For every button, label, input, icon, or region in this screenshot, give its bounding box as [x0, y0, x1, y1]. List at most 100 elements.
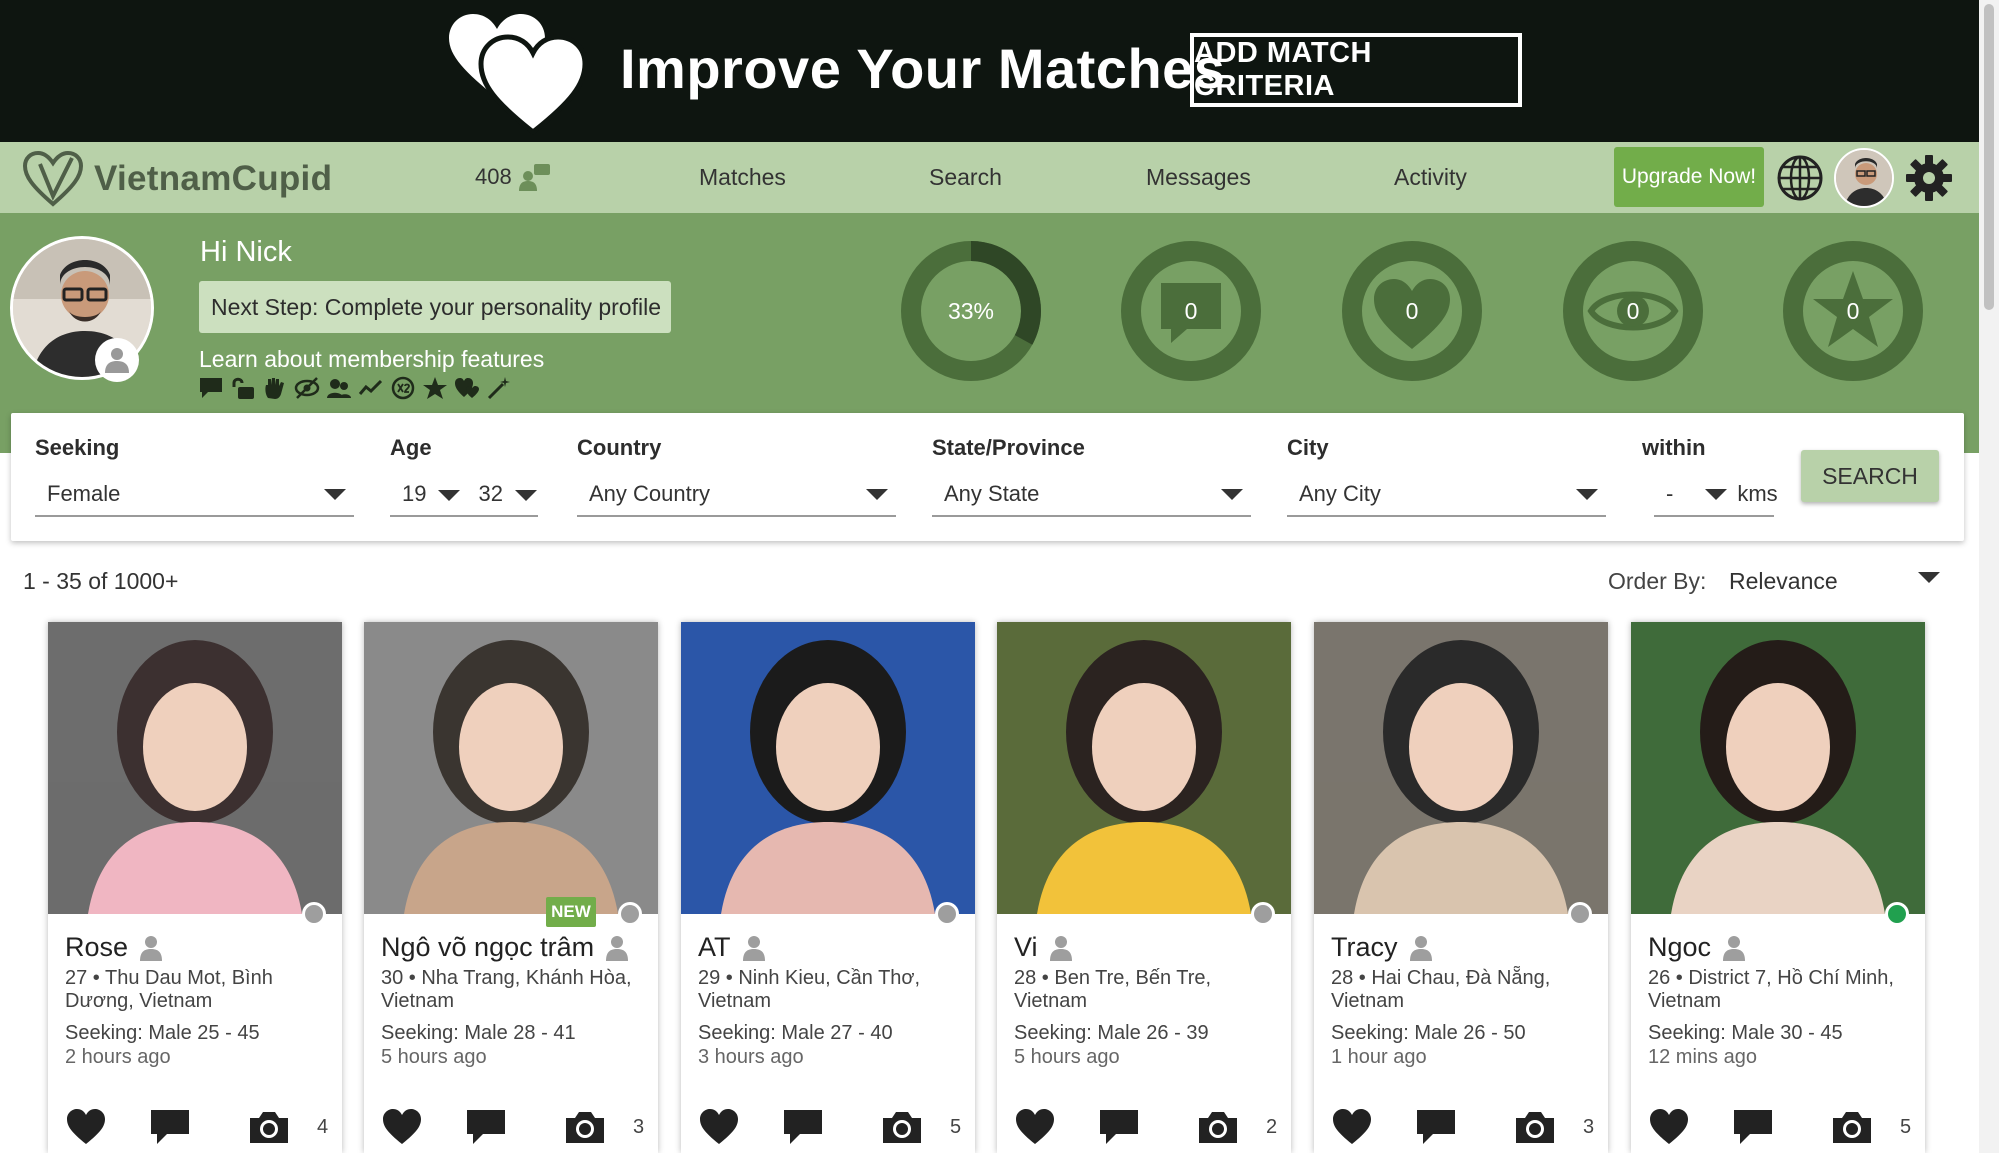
gear-icon[interactable]	[1905, 154, 1953, 202]
city-select[interactable]: Any City	[1287, 473, 1606, 517]
profile-photo[interactable]	[997, 622, 1291, 914]
feature-icons	[198, 376, 512, 400]
profile-last-active: 5 hours ago	[1014, 1046, 1120, 1068]
profile-photo[interactable]	[681, 622, 975, 914]
order-by-select[interactable]: Relevance	[1729, 568, 1935, 595]
age-max-value: 32	[478, 481, 503, 506]
camera-icon[interactable]	[1830, 1108, 1874, 1146]
profile-name-text: Ngoc	[1648, 932, 1712, 962]
within-unit: kms	[1737, 481, 1778, 506]
profile-card[interactable]: Tracy 28 • Hai Chau, Đà Nẵng, Vietnam Se…	[1314, 622, 1608, 1153]
messages-stat[interactable]: 0	[1121, 241, 1261, 381]
profile-location: 30 • Nha Trang, Khánh Hòa, Vietnam	[381, 967, 632, 1012]
profile-photo[interactable]	[364, 622, 658, 914]
seeking-select[interactable]: Female	[35, 473, 354, 517]
profile-name[interactable]: Ngô võ ngọc trâm	[381, 932, 629, 963]
profile-name-text: Vi	[1014, 932, 1038, 962]
camera-icon[interactable]	[880, 1108, 924, 1146]
chevron-down-icon[interactable]	[1918, 572, 1940, 583]
message-icon[interactable]	[1098, 1108, 1140, 1146]
state-select[interactable]: Any State	[932, 473, 1251, 517]
within-select[interactable]: - kms	[1654, 473, 1778, 517]
profile-photo-image	[681, 622, 975, 914]
country-select[interactable]: Any Country	[577, 473, 896, 517]
heart-icon[interactable]	[698, 1108, 740, 1146]
nav-search[interactable]: Search	[929, 164, 1002, 191]
profile-name[interactable]: Vi	[1014, 932, 1072, 963]
heart-icon[interactable]	[65, 1108, 107, 1146]
message-icon[interactable]	[1732, 1108, 1774, 1146]
camera-icon[interactable]	[247, 1108, 291, 1146]
camera-icon[interactable]	[1196, 1108, 1240, 1146]
profile-photo-image	[48, 622, 342, 914]
profile-card[interactable]: Rose 27 • Thu Dau Mot, Bình Dương, Vietn…	[48, 622, 342, 1153]
heart-icon[interactable]	[381, 1108, 423, 1146]
add-match-criteria-button[interactable]: ADD MATCH CRITERIA	[1190, 33, 1522, 107]
chevron-down-icon	[438, 489, 461, 501]
camera-icon[interactable]	[1513, 1108, 1557, 1146]
profile-last-active: 12 mins ago	[1648, 1046, 1757, 1068]
profile-card[interactable]: AT 29 • Ninh Kieu, Cần Thơ, Vietnam Seek…	[681, 622, 975, 1153]
search-button[interactable]: SEARCH	[1801, 450, 1939, 502]
profile-name-text: AT	[698, 932, 731, 962]
users-icon	[327, 379, 351, 398]
chevron-down-icon	[1221, 489, 1243, 500]
profile-photo[interactable]	[1631, 622, 1925, 914]
profile-name[interactable]: AT	[698, 932, 765, 963]
nav-messages[interactable]: Messages	[1146, 164, 1251, 191]
profile-seeking: Seeking: Male 28 - 41	[381, 1022, 576, 1044]
heart-icon[interactable]	[1331, 1108, 1373, 1146]
age-min-select[interactable]: 19	[402, 481, 461, 507]
online-status-dot	[302, 902, 326, 926]
nav-matches[interactable]: Matches	[699, 164, 786, 191]
globe-icon[interactable]	[1776, 154, 1824, 202]
profile-seeking: Seeking: Male 30 - 45	[1648, 1022, 1843, 1044]
trend-icon	[358, 379, 383, 395]
banner-title: Improve Your Matches	[620, 37, 1226, 100]
likes-stat-value: 0	[1405, 297, 1419, 324]
next-step-button[interactable]: Next Step: Complete your personality pro…	[199, 281, 671, 333]
photo-count: 2	[1266, 1116, 1278, 1138]
profile-photo[interactable]	[1314, 622, 1608, 914]
message-icon[interactable]	[782, 1108, 824, 1146]
profile-seeking: Seeking: Male 25 - 45	[65, 1022, 260, 1044]
profile-card[interactable]: NEW Ngô võ ngọc trâm 30 • Nha Trang, Khá…	[364, 622, 658, 1153]
online-status-dot	[935, 902, 959, 926]
heart-icon[interactable]	[1014, 1108, 1056, 1146]
profile-name[interactable]: Rose	[65, 932, 163, 963]
heart-icon[interactable]	[1648, 1108, 1690, 1146]
profile-seeking: Seeking: Male 27 - 40	[698, 1022, 893, 1044]
message-icon[interactable]	[465, 1108, 507, 1146]
favorites-stat[interactable]: 0	[1783, 241, 1923, 381]
user-icon	[1723, 935, 1746, 961]
profile-card[interactable]: Ngoc 26 • District 7, Hồ Chí Minh, Vietn…	[1631, 622, 1925, 1153]
profile-name[interactable]: Ngoc	[1648, 932, 1746, 963]
chat-bubble-icon	[200, 378, 222, 398]
city-value: Any City	[1299, 481, 1381, 506]
age-max-select[interactable]: 32	[478, 481, 537, 507]
likes-stat[interactable]: 0	[1342, 241, 1482, 381]
nav-user-avatar[interactable]	[1834, 148, 1894, 208]
nav-activity[interactable]: Activity	[1394, 164, 1467, 191]
seeking-label: Seeking	[35, 435, 120, 460]
scrollbar-thumb[interactable]	[1984, 4, 1994, 310]
camera-icon[interactable]	[563, 1108, 607, 1146]
card-actions: 2	[1014, 1108, 1284, 1148]
message-icon[interactable]	[1415, 1108, 1457, 1146]
logo[interactable]: VietnamCupid	[22, 150, 332, 208]
hand-icon	[265, 378, 284, 399]
views-stat[interactable]: 0	[1563, 241, 1703, 381]
chevron-down-icon	[514, 489, 537, 501]
upgrade-now-button[interactable]: Upgrade Now!	[1614, 147, 1764, 207]
card-actions: 3	[1331, 1108, 1601, 1148]
within-label: within	[1642, 435, 1706, 460]
edit-photo-badge[interactable]	[95, 338, 139, 382]
profile-card[interactable]: Vi 28 • Ben Tre, Bến Tre, Vietnam Seekin…	[997, 622, 1291, 1153]
online-count[interactable]: 408	[475, 162, 552, 192]
profile-seeking: Seeking: Male 26 - 50	[1331, 1022, 1526, 1044]
profile-completion-ring[interactable]: 33%	[901, 241, 1041, 381]
profile-name[interactable]: Tracy	[1331, 932, 1432, 963]
profile-photo[interactable]	[48, 622, 342, 914]
message-icon[interactable]	[149, 1108, 191, 1146]
membership-features-link[interactable]: Learn about membership features	[199, 346, 544, 373]
